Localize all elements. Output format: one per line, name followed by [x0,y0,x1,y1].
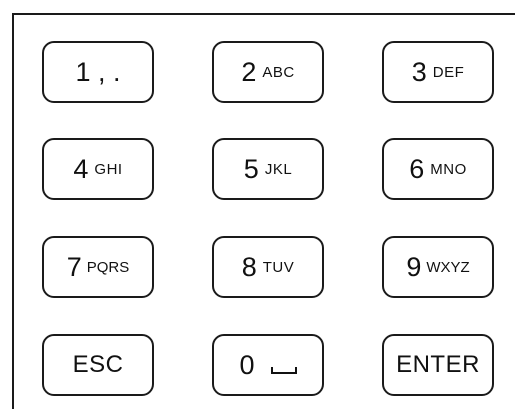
key-8[interactable]: 8 TUV [212,236,324,298]
key-3-letters: DEF [432,63,465,81]
esc-key[interactable]: ESC [42,334,154,396]
key-0-digit: 0 [239,349,255,380]
space-icon [270,366,297,374]
key-9-letters: WXYZ [426,258,470,276]
key-6-letters: MNO [430,160,467,178]
key-6-digit: 6 [409,153,425,184]
key-6[interactable]: 6 MNO [382,138,494,200]
key-5-digit: 5 [243,153,259,184]
key-4[interactable]: 4 GHI [42,138,154,200]
key-1[interactable]: 1 , . [42,41,154,103]
key-8-letters: TUV [262,258,295,276]
key-2-digit: 2 [241,56,257,87]
key-9-digit: 9 [406,251,422,282]
keypad-panel: 1 , . 2 ABC 3 DEF 4 GHI 5 JKL 6 MNO 7 PQ… [0,0,515,409]
key-4-letters: GHI [94,160,123,178]
key-5-letters: JKL [264,160,293,178]
key-2-letters: ABC [262,63,295,81]
key-9[interactable]: 9 WXYZ [382,236,494,298]
enter-key-label: ENTER [396,351,480,378]
key-0[interactable]: 0 [212,334,324,396]
key-7-letters: PQRS [86,258,130,276]
key-2[interactable]: 2 ABC [212,41,324,103]
key-7[interactable]: 7 PQRS [42,236,154,298]
key-3-digit: 3 [411,56,427,87]
panel-border-top [12,13,515,15]
key-4-digit: 4 [73,153,89,184]
panel-border-left [12,13,14,409]
enter-key[interactable]: ENTER [382,334,494,396]
key-1-label: 1 , . [75,56,121,87]
key-7-digit: 7 [66,251,82,282]
key-5[interactable]: 5 JKL [212,138,324,200]
key-8-digit: 8 [241,251,257,282]
esc-key-label: ESC [72,351,124,378]
key-3[interactable]: 3 DEF [382,41,494,103]
